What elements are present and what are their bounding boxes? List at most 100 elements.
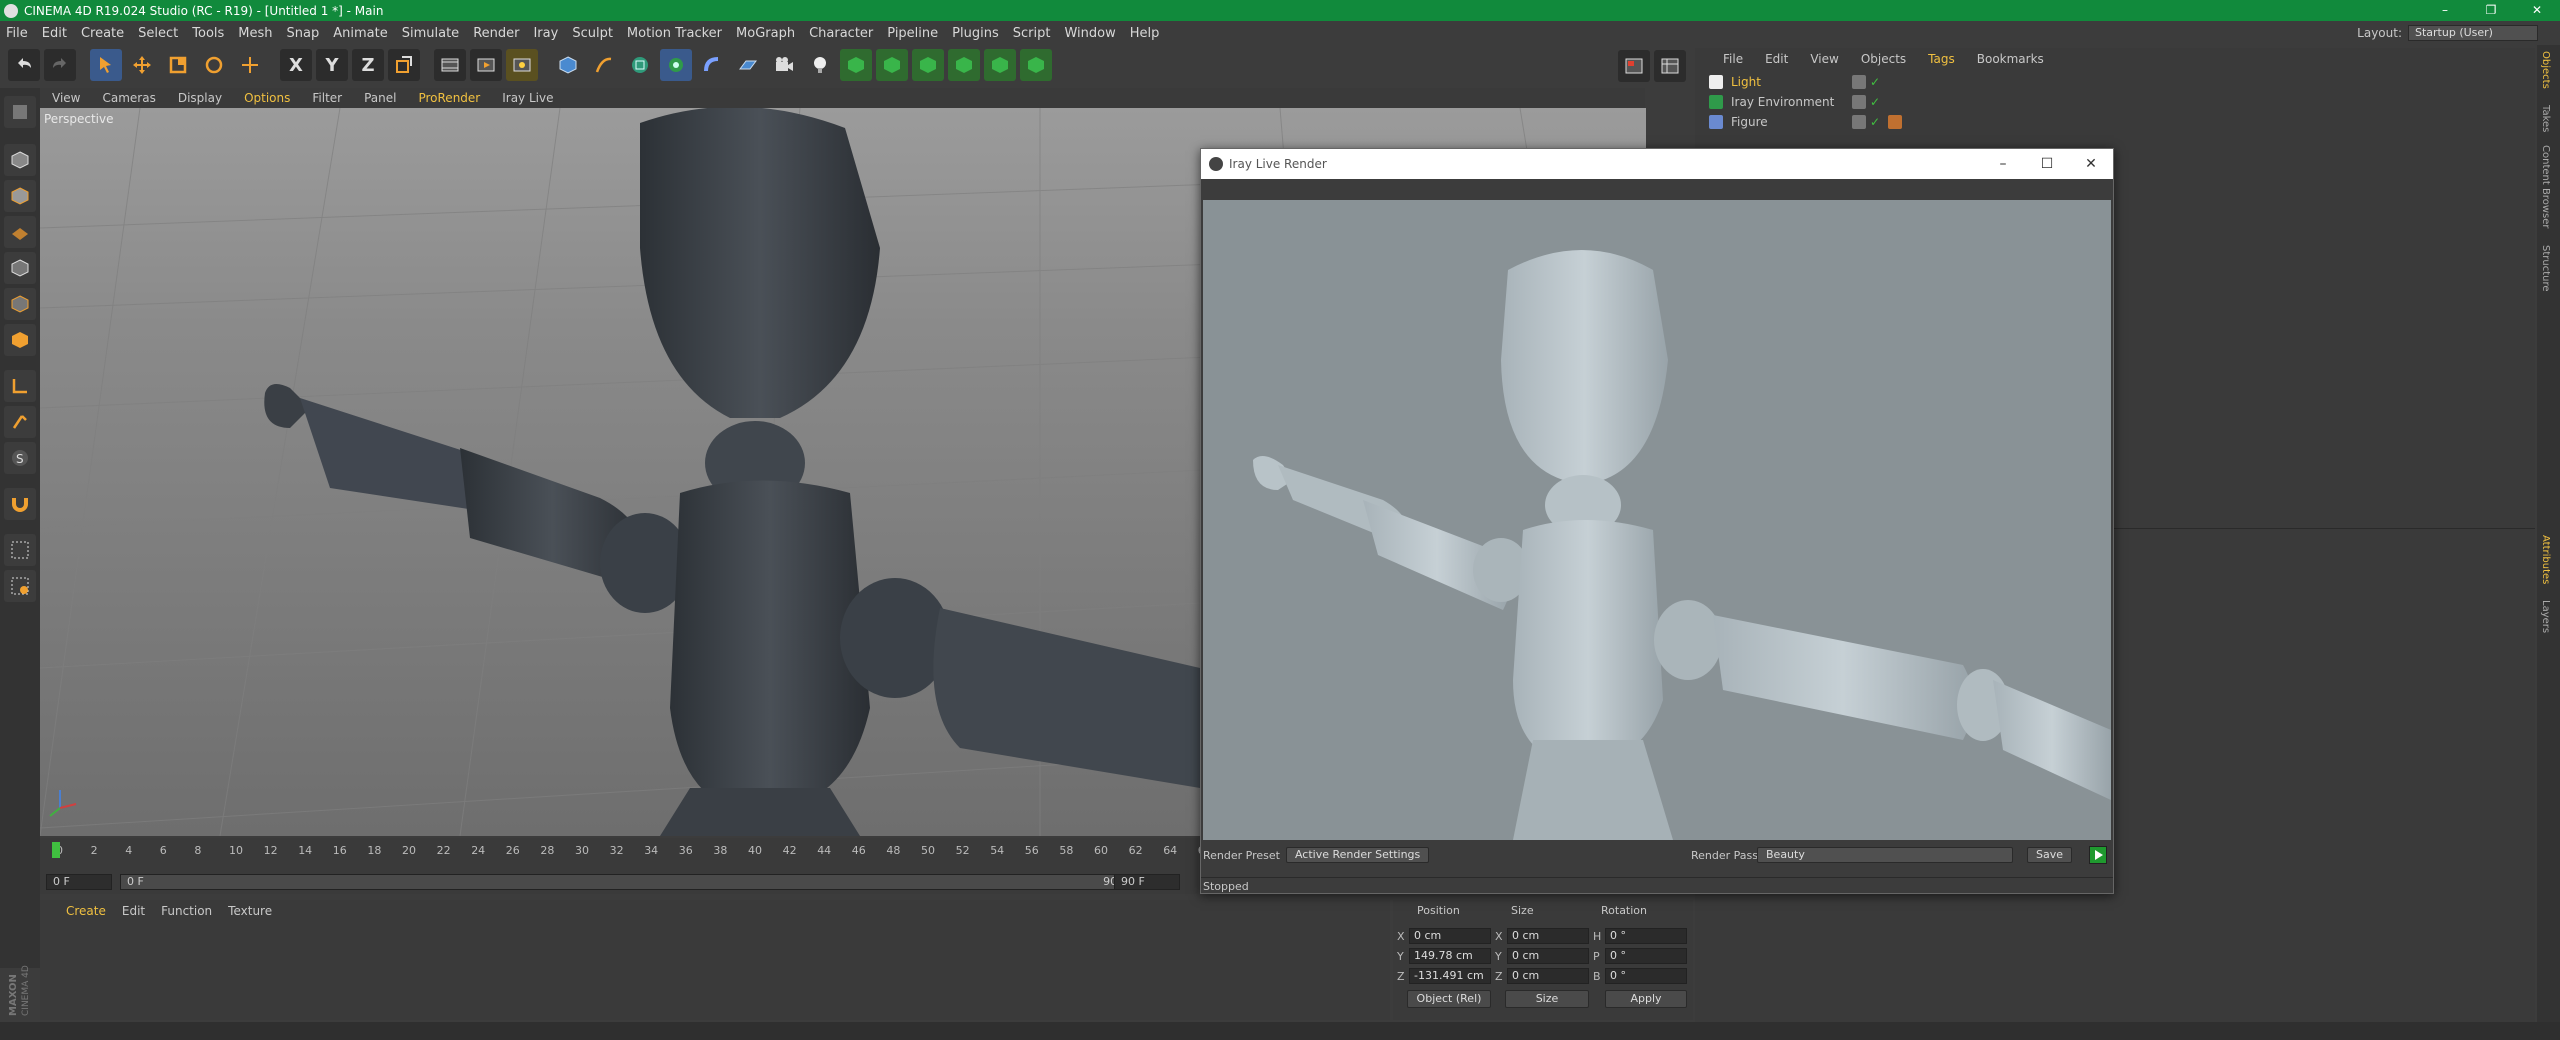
material-menu-function[interactable]: Function [161, 904, 212, 918]
points-mode-icon[interactable] [4, 252, 36, 284]
material-tag-icon[interactable] [1888, 115, 1902, 129]
lock-workplane-icon[interactable] [4, 534, 36, 566]
object-row-light[interactable]: Light ✓ [1709, 72, 2529, 92]
magnet-icon[interactable] [4, 488, 36, 520]
menu-tools[interactable]: Tools [192, 26, 224, 41]
current-frame-field[interactable]: 0 F [46, 874, 112, 890]
mograph-matrix-icon[interactable] [912, 49, 944, 81]
menu-help[interactable]: Help [1130, 26, 1160, 41]
visibility-icon[interactable] [1852, 115, 1866, 129]
menu-snap[interactable]: Snap [287, 26, 320, 41]
rot-p-field[interactable]: 0 ° [1605, 948, 1687, 964]
pen-spline-icon[interactable] [588, 49, 620, 81]
pos-x-field[interactable]: 0 cm [1409, 928, 1491, 944]
mograph-tracer-icon[interactable] [984, 49, 1016, 81]
subdivision-surface-icon[interactable] [624, 49, 656, 81]
minimize-button[interactable]: – [2422, 0, 2468, 21]
visibility-icon[interactable] [1852, 75, 1866, 89]
render-view-icon[interactable] [434, 49, 466, 81]
rot-b-field[interactable]: 0 ° [1605, 968, 1687, 984]
tab-layers[interactable]: Layers [2540, 600, 2551, 633]
redo-icon[interactable] [44, 49, 76, 81]
material-menu-edit[interactable]: Edit [122, 904, 145, 918]
menu-window[interactable]: Window [1064, 26, 1115, 41]
object-row-figure[interactable]: Figure ✓ [1709, 112, 2529, 132]
viewport-menu-filter[interactable]: Filter [312, 91, 342, 105]
object-row-iray-environment[interactable]: Iray Environment ✓ [1709, 92, 2529, 112]
tab-content-browser[interactable]: Content Browser [2540, 145, 2551, 228]
frame-range-slider[interactable]: 0 F 90 F [120, 874, 1140, 890]
om-menu-tags[interactable]: Tags [1928, 52, 1955, 66]
cube-object-icon[interactable] [552, 49, 584, 81]
end-frame-field[interactable]: 90 F [1114, 874, 1180, 890]
light-icon[interactable] [804, 49, 836, 81]
save-button[interactable]: Save [2027, 847, 2073, 863]
deformer-icon[interactable] [696, 49, 728, 81]
om-menu-bookmarks[interactable]: Bookmarks [1977, 52, 2044, 66]
tab-structure[interactable]: Structure [2540, 245, 2551, 292]
polygons-mode-icon[interactable] [4, 324, 36, 356]
mograph-text-icon[interactable] [948, 49, 980, 81]
layout-dropdown[interactable]: Startup (User) [2408, 25, 2538, 41]
menu-mograph[interactable]: MoGraph [736, 26, 795, 41]
camera-icon[interactable] [768, 49, 800, 81]
menu-motion-tracker[interactable]: Motion Tracker [627, 26, 722, 41]
render-preset-dropdown[interactable]: Active Render Settings [1285, 847, 1430, 863]
tab-objects[interactable]: Objects [2540, 51, 2551, 89]
mograph-cloner-icon[interactable] [840, 49, 872, 81]
timeline[interactable]: 0246810121416182022242628303234363840424… [40, 838, 1212, 894]
x-axis-lock-icon[interactable]: X [280, 49, 312, 81]
viewport-menu-panel[interactable]: Panel [364, 91, 396, 105]
floor-icon[interactable] [732, 49, 764, 81]
iray-close-button[interactable]: ✕ [2069, 149, 2113, 179]
menu-plugins[interactable]: Plugins [952, 26, 999, 41]
viewport-menu-iray-live[interactable]: Iray Live [502, 91, 553, 105]
mograph-effector-icon[interactable] [1020, 49, 1052, 81]
visibility-icon[interactable] [1852, 95, 1866, 109]
model-mode-icon[interactable] [4, 144, 36, 176]
undo-icon[interactable] [8, 49, 40, 81]
apply-button[interactable]: Apply [1605, 990, 1687, 1008]
om-menu-view[interactable]: View [1810, 52, 1838, 66]
iray-maximize-button[interactable]: ☐ [2025, 149, 2069, 179]
snapping-icon[interactable]: S [4, 442, 36, 474]
pos-y-field[interactable]: 149.78 cm [1409, 948, 1491, 964]
om-menu-file[interactable]: File [1723, 52, 1743, 66]
menu-iray[interactable]: Iray [533, 26, 558, 41]
coordinate-system-icon[interactable] [388, 49, 420, 81]
pos-z-field[interactable]: -131.491 cm [1409, 968, 1491, 984]
size-z-field[interactable]: 0 cm [1507, 968, 1589, 984]
tab-takes[interactable]: Takes [2540, 105, 2551, 132]
iray-window-titlebar[interactable]: Iray Live Render – ☐ ✕ [1201, 149, 2113, 179]
render-to-picture-viewer-icon[interactable] [470, 49, 502, 81]
viewport-menu-options[interactable]: Options [244, 91, 290, 105]
material-menu-create[interactable]: Create [66, 904, 106, 918]
move-icon[interactable] [126, 49, 158, 81]
render-pass-dropdown[interactable]: Beauty [1757, 847, 2013, 863]
menu-edit[interactable]: Edit [42, 26, 67, 41]
enabled-check-icon[interactable]: ✓ [1870, 95, 1884, 109]
recent-tools-icon[interactable] [234, 49, 266, 81]
enabled-check-icon[interactable]: ✓ [1870, 115, 1884, 129]
layout-icon[interactable] [1618, 50, 1650, 82]
viewport-menu-view[interactable]: View [52, 91, 80, 105]
start-render-play-icon[interactable] [2089, 846, 2107, 864]
make-editable-icon[interactable] [4, 96, 36, 128]
viewport-menu-display[interactable]: Display [178, 91, 222, 105]
size-x-field[interactable]: 0 cm [1507, 928, 1589, 944]
texture-mode-icon[interactable] [4, 180, 36, 212]
size-y-field[interactable]: 0 cm [1507, 948, 1589, 964]
edges-mode-icon[interactable] [4, 288, 36, 320]
menu-pipeline[interactable]: Pipeline [887, 26, 938, 41]
array-icon[interactable] [660, 49, 692, 81]
iray-minimize-button[interactable]: – [1981, 149, 2025, 179]
menu-render[interactable]: Render [473, 26, 519, 41]
menu-character[interactable]: Character [809, 26, 873, 41]
viewport-menu-cameras[interactable]: Cameras [102, 91, 155, 105]
coordinate-mode-dropdown[interactable]: Object (Rel) [1407, 990, 1491, 1008]
om-menu-edit[interactable]: Edit [1765, 52, 1788, 66]
tweak-mode-icon[interactable] [4, 406, 36, 438]
z-axis-lock-icon[interactable]: Z [352, 49, 384, 81]
iray-render-canvas[interactable] [1203, 200, 2111, 840]
enabled-check-icon[interactable]: ✓ [1870, 75, 1884, 89]
